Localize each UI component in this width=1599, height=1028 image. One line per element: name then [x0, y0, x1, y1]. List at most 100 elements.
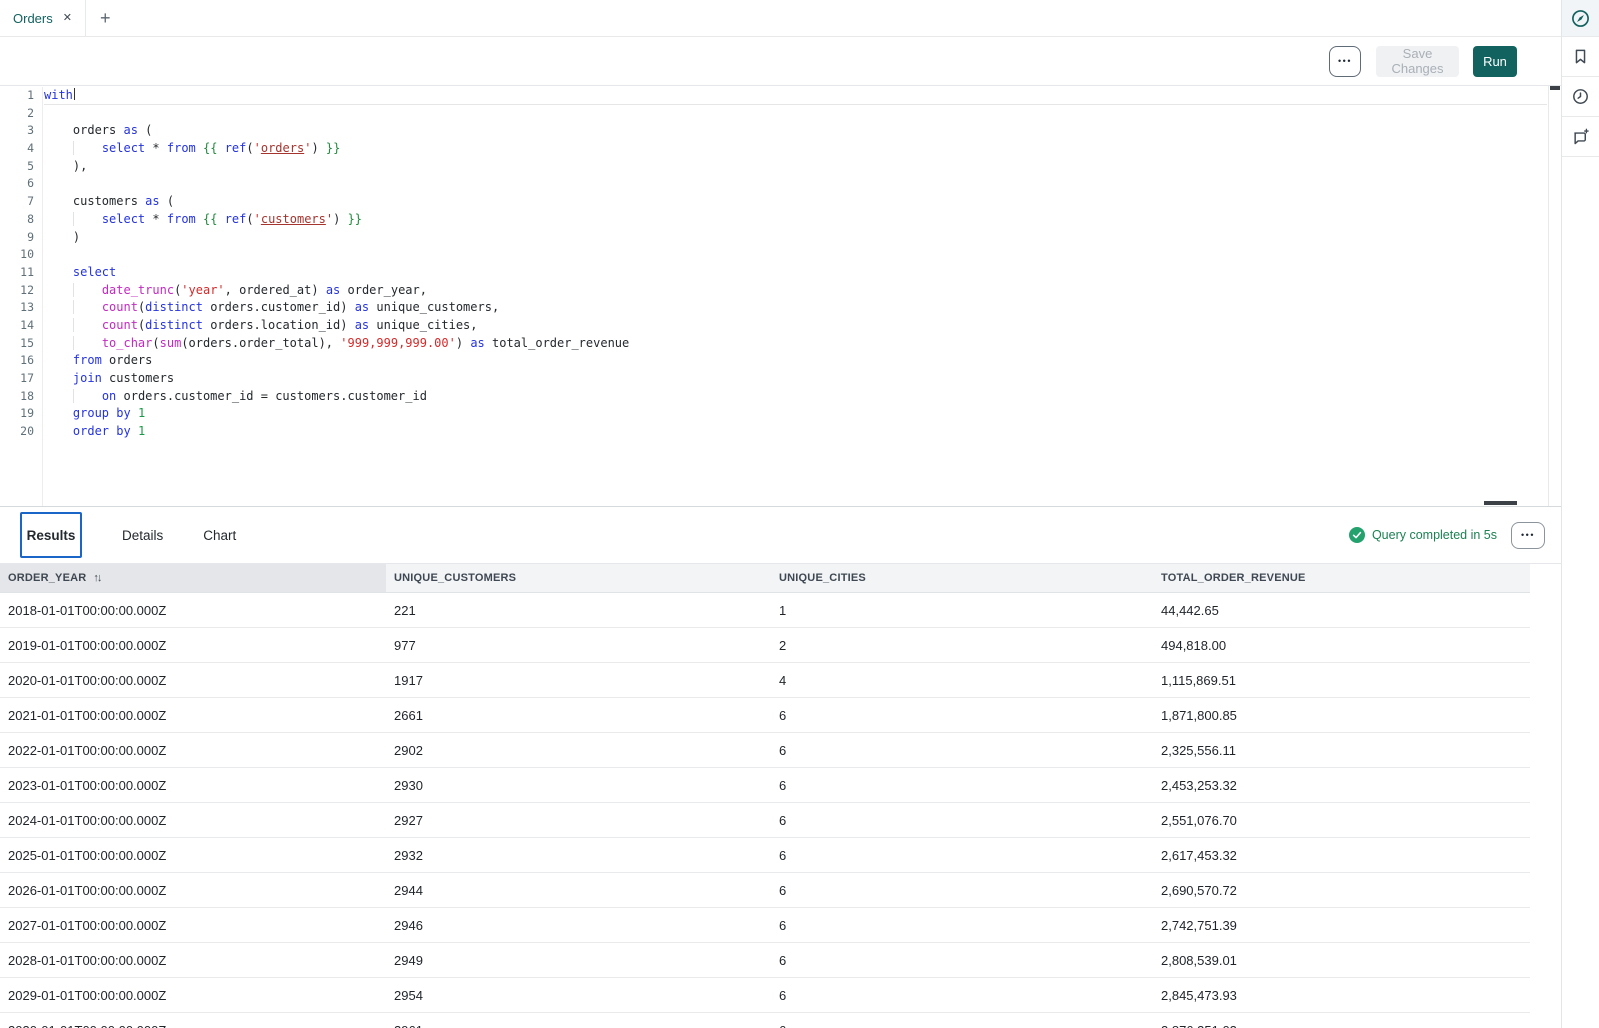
sort-icon[interactable]: ↑↓ — [93, 572, 100, 584]
column-header-unique_customers[interactable]: UNIQUE_CUSTOMERS — [386, 564, 771, 592]
table-cell: 1 — [771, 593, 1153, 627]
line-number: 13 — [0, 299, 42, 317]
column-header-order_year[interactable]: ORDER_YEAR ↑↓ — [0, 564, 386, 592]
table-cell: 2026-01-01T00:00:00.000Z — [0, 873, 386, 907]
compass-icon — [1571, 9, 1590, 28]
check-circle-icon — [1349, 527, 1365, 543]
history-clock-icon — [1572, 88, 1589, 105]
table-cell: 6 — [771, 733, 1153, 767]
line-number: 7 — [0, 193, 42, 211]
table-row: 2024-01-01T00:00:00.000Z292762,551,076.7… — [0, 803, 1530, 838]
table-cell: 6 — [771, 803, 1153, 837]
code-line: to_char(sum(orders.order_total), '999,99… — [44, 335, 1547, 353]
table-cell: 2,617,453.32 — [1153, 838, 1530, 872]
ref-link[interactable]: customers — [261, 212, 326, 226]
table-cell: 2,845,473.93 — [1153, 978, 1530, 1012]
line-number: 4 — [0, 140, 42, 158]
table-row: 2020-01-01T00:00:00.000Z191741,115,869.5… — [0, 663, 1530, 698]
editor-vertical-scrollbar[interactable] — [1548, 86, 1561, 506]
table-cell: 2,551,076.70 — [1153, 803, 1530, 837]
table-cell: 2902 — [386, 733, 771, 767]
table-cell: 494,818.00 — [1153, 628, 1530, 662]
column-header-total_order_revenue[interactable]: TOTAL_ORDER_REVENUE — [1153, 564, 1530, 592]
table-row: 2022-01-01T00:00:00.000Z290262,325,556.1… — [0, 733, 1530, 768]
code-line: count(distinct orders.location_id) as un… — [44, 317, 1547, 335]
code-line: order by 1 — [44, 423, 1547, 441]
code-line: ), — [44, 158, 1547, 176]
save-changes-button[interactable]: Save Changes — [1376, 46, 1459, 77]
results-tab-chart[interactable]: Chart — [203, 528, 236, 543]
table-cell: 1,871,800.85 — [1153, 698, 1530, 732]
right-icon-rail — [1561, 0, 1599, 1028]
column-label: UNIQUE_CITIES — [779, 572, 866, 584]
table-row: 2019-01-01T00:00:00.000Z9772494,818.00 — [0, 628, 1530, 663]
code-line: select * from {{ ref('orders') }} — [44, 140, 1547, 158]
code-line: on orders.customer_id = customers.custom… — [44, 388, 1547, 406]
column-header-unique_cities[interactable]: UNIQUE_CITIES — [771, 564, 1153, 592]
line-number: 14 — [0, 317, 42, 335]
line-number: 11 — [0, 264, 42, 282]
code-line — [44, 105, 1547, 123]
table-cell: 6 — [771, 873, 1153, 907]
table-header-row: ORDER_YEAR ↑↓ UNIQUE_CUSTOMERS UNIQUE_CITIE… — [0, 564, 1530, 593]
more-options-button[interactable]: ••• — [1329, 46, 1361, 77]
results-tab-results[interactable]: Results — [20, 512, 82, 558]
table-cell: 6 — [771, 908, 1153, 942]
close-icon[interactable]: ✕ — [63, 13, 72, 24]
line-number: 1 — [0, 87, 42, 105]
table-body: 2018-01-01T00:00:00.000Z221144,442.65201… — [0, 593, 1530, 1028]
code-line: orders as ( — [44, 122, 1547, 140]
table-row: 2026-01-01T00:00:00.000Z294462,690,570.7… — [0, 873, 1530, 908]
table-cell: 2946 — [386, 908, 771, 942]
line-number: 9 — [0, 229, 42, 247]
sidebar-item-history[interactable] — [1562, 77, 1599, 117]
code-line: ) — [44, 229, 1547, 247]
column-label: ORDER_YEAR — [8, 572, 86, 584]
results-toolbar: Results Details Chart Query completed in 5… — [0, 507, 1561, 564]
table-row: 2029-01-01T00:00:00.000Z295462,845,473.9… — [0, 978, 1530, 1013]
tab-bar: Orders ✕ + — [0, 0, 1561, 37]
table-cell: 2,808,539.01 — [1153, 943, 1530, 977]
bookmark-icon — [1572, 48, 1589, 65]
table-cell: 2927 — [386, 803, 771, 837]
table-cell: 2954 — [386, 978, 771, 1012]
table-cell: 2024-01-01T00:00:00.000Z — [0, 803, 386, 837]
code-area[interactable]: with orders as ( select * from {{ ref('o… — [44, 87, 1547, 441]
table-cell: 2949 — [386, 943, 771, 977]
table-row: 2021-01-01T00:00:00.000Z266161,871,800.8… — [0, 698, 1530, 733]
ref-link[interactable]: orders — [261, 141, 304, 155]
vertical-scrollbar-thumb[interactable] — [1550, 86, 1560, 90]
sidebar-item-explore[interactable] — [1562, 0, 1599, 37]
sidebar-item-ai-assistant[interactable] — [1562, 117, 1599, 157]
code-line: select * from {{ ref('customers') }} — [44, 211, 1547, 229]
table-row: 2023-01-01T00:00:00.000Z293062,453,253.3… — [0, 768, 1530, 803]
sql-editor[interactable]: 1234567891011121314151617181920 with ord… — [0, 86, 1561, 506]
query-status: Query completed in 5s — [1349, 527, 1497, 543]
table-cell: 1917 — [386, 663, 771, 697]
table-cell: 2020-01-01T00:00:00.000Z — [0, 663, 386, 697]
horizontal-scrollbar-thumb[interactable] — [1484, 501, 1517, 505]
table-cell: 6 — [771, 978, 1153, 1012]
code-line: join customers — [44, 370, 1547, 388]
table-cell: 221 — [386, 593, 771, 627]
table-row: 2028-01-01T00:00:00.000Z294962,808,539.0… — [0, 943, 1530, 978]
table-cell: 2,690,570.72 — [1153, 873, 1530, 907]
results-more-options-button[interactable]: ••• — [1511, 522, 1545, 549]
line-number: 8 — [0, 211, 42, 229]
table-cell: 6 — [771, 698, 1153, 732]
table-cell: 977 — [386, 628, 771, 662]
run-button[interactable]: Run — [1473, 46, 1517, 77]
results-tab-details[interactable]: Details — [122, 528, 163, 543]
table-cell: 6 — [771, 943, 1153, 977]
code-line: with — [44, 87, 1547, 105]
line-number-gutter: 1234567891011121314151617181920 — [0, 87, 43, 506]
table-cell: 2023-01-01T00:00:00.000Z — [0, 768, 386, 802]
table-cell: 2030-01-01T00:00:00.000Z — [0, 1013, 386, 1028]
new-tab-button[interactable]: + — [86, 0, 125, 36]
code-line — [44, 175, 1547, 193]
tab-orders[interactable]: Orders ✕ — [0, 0, 86, 36]
table-row: 2027-01-01T00:00:00.000Z294662,742,751.3… — [0, 908, 1530, 943]
sidebar-item-bookmarks[interactable] — [1562, 37, 1599, 77]
line-number: 10 — [0, 246, 42, 264]
table-cell: 2932 — [386, 838, 771, 872]
